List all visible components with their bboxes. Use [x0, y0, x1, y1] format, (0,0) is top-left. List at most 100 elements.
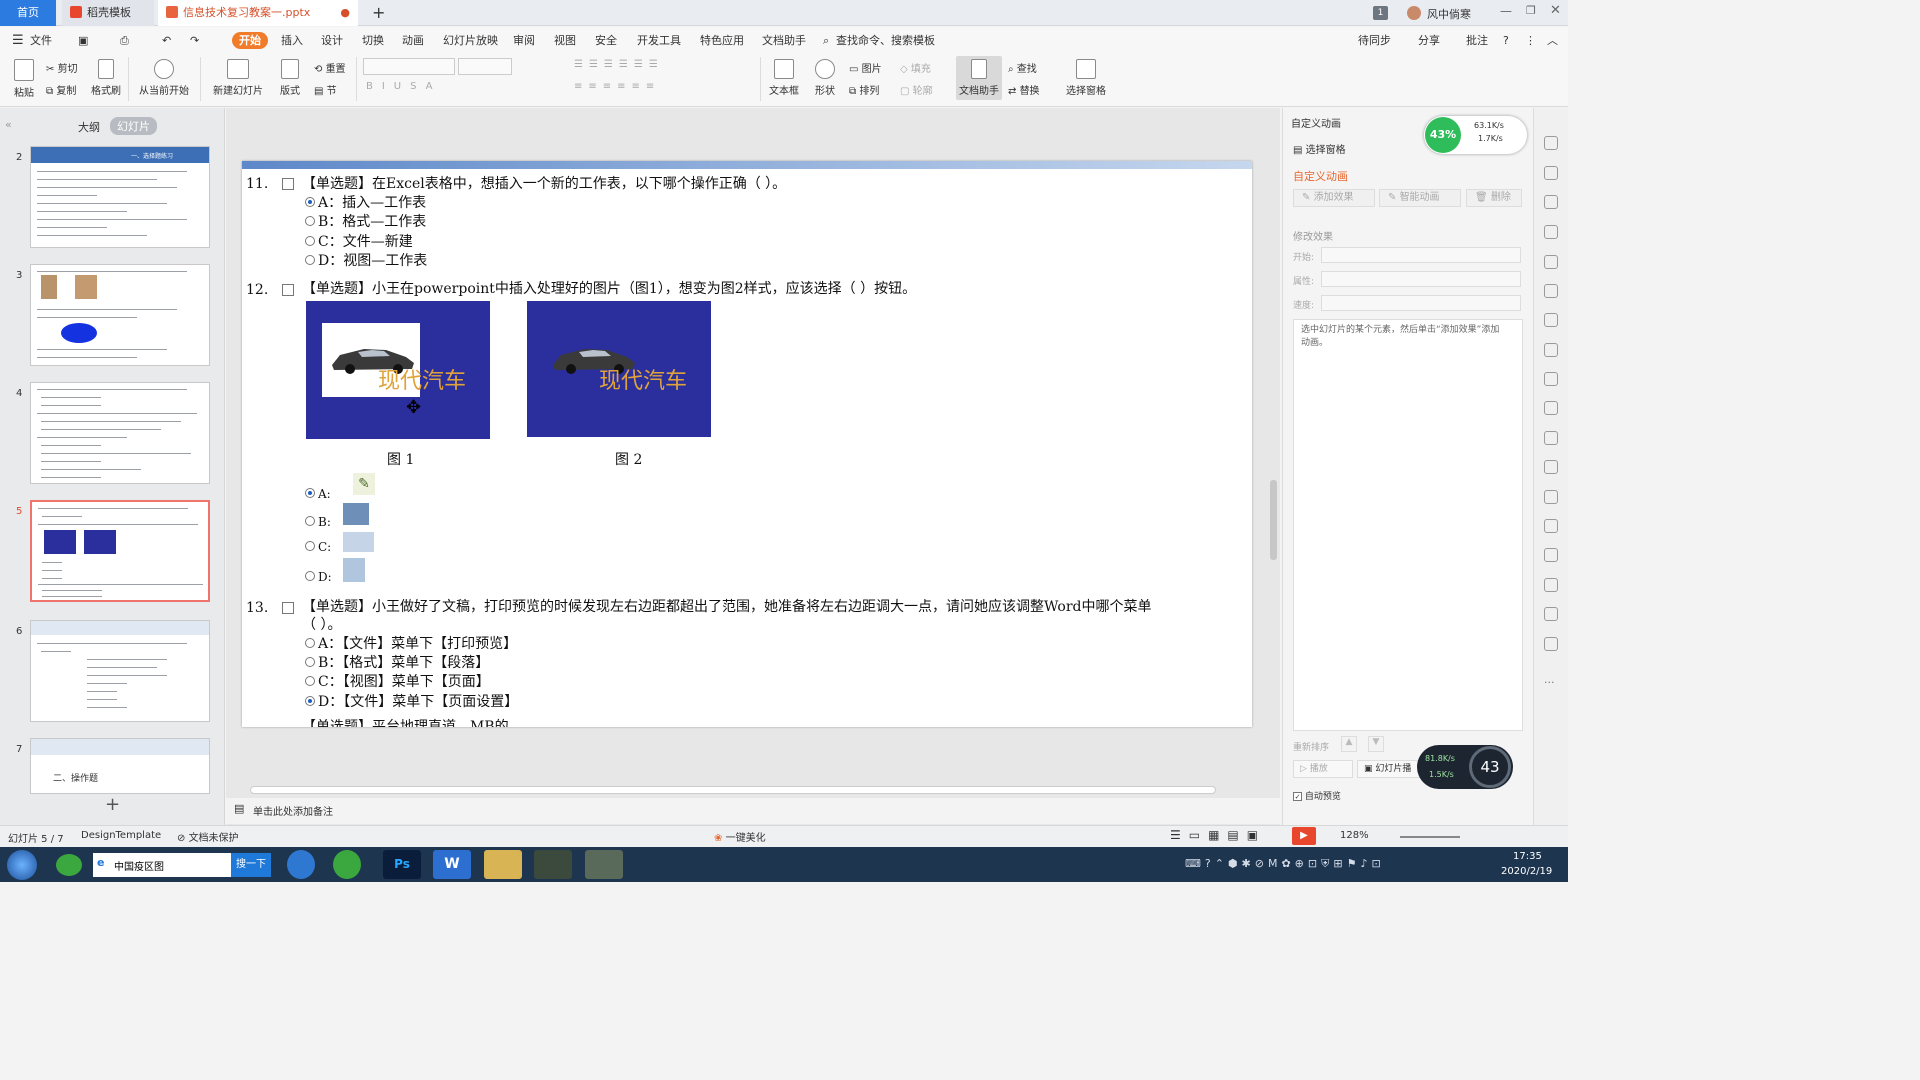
menu-review[interactable]: 审阅	[513, 32, 535, 49]
figure-2-image[interactable]: 现代汽车	[527, 301, 711, 437]
menu-developer[interactable]: 开发工具	[637, 32, 681, 49]
outline-button[interactable]: ▢ 轮廓	[900, 82, 933, 97]
network-monitor-widget-2[interactable]: 81.8K/s 1.5K/s 43	[1417, 745, 1513, 789]
move-down-icon[interactable]: ▼	[1368, 736, 1384, 752]
tab-document[interactable]: 信息技术复习教案一.pptx ●	[158, 0, 358, 26]
sync-button[interactable]: 待同步	[1358, 32, 1391, 49]
grid-icon[interactable]	[1544, 284, 1558, 298]
undo-icon[interactable]: ↶	[162, 32, 171, 49]
slide-thumbnail-5-selected[interactable]	[30, 500, 210, 602]
option-11-c[interactable]: C：文件—新建	[305, 231, 413, 251]
delete-effect-button[interactable]: 🗑 删除	[1466, 189, 1522, 207]
option-13-a[interactable]: A：【文件】菜单下【打印预览】	[305, 633, 517, 653]
menu-transition[interactable]: 切换	[362, 32, 384, 49]
collapse-panel-icon[interactable]: «	[5, 118, 12, 131]
help-icon[interactable]: ?	[1503, 32, 1509, 49]
option-13-c[interactable]: C：【视图】菜单下【页面】	[305, 671, 490, 691]
start-button-icon[interactable]	[7, 850, 37, 880]
collapse-ribbon-icon[interactable]: ︿	[1547, 32, 1558, 49]
fill-icon[interactable]	[1544, 225, 1558, 239]
doc-helper-button[interactable]: 文档助手	[956, 56, 1002, 100]
beautify-button[interactable]: ❀ 一键美化	[714, 829, 766, 844]
find-button[interactable]: ⌕ 查找	[1008, 60, 1037, 75]
minimize-icon[interactable]: —	[1500, 4, 1512, 18]
slides-tab[interactable]: 幻灯片	[110, 117, 157, 135]
select-pane-link[interactable]: ▤ 选择窗格	[1293, 141, 1346, 156]
paragraph-buttons[interactable]: ☰☰☰☰☰☰	[574, 59, 664, 70]
zoom-level[interactable]: 128%	[1340, 830, 1369, 841]
sogou-icon[interactable]	[287, 850, 315, 879]
redo-icon[interactable]: ↷	[190, 32, 199, 49]
figure-1-image[interactable]: 现代汽车	[306, 301, 490, 439]
menu-animation[interactable]: 动画	[402, 32, 424, 49]
menu-security[interactable]: 安全	[595, 32, 617, 49]
command-search[interactable]: 查找命令、搜索模板	[836, 32, 935, 49]
play-button[interactable]: ▷ 播放	[1293, 760, 1353, 778]
green-app-icon[interactable]	[333, 850, 361, 879]
location-icon[interactable]	[1544, 637, 1558, 651]
speed-select[interactable]	[1321, 295, 1521, 311]
menu-view[interactable]: 视图	[554, 32, 576, 49]
zoom-slider[interactable]	[1400, 836, 1460, 838]
option-12-b[interactable]: B:	[305, 515, 331, 529]
table-icon[interactable]	[1544, 255, 1558, 269]
close-window-icon[interactable]: ✕	[1550, 3, 1561, 18]
smart-animation-button[interactable]: ✎ 智能动画	[1379, 189, 1461, 207]
vertical-scrollbar[interactable]	[1270, 480, 1277, 560]
image-icon[interactable]	[1544, 460, 1558, 474]
settings-icon[interactable]	[1544, 343, 1558, 357]
format-painter-button[interactable]: 格式刷	[90, 59, 122, 97]
animation-pane-icon[interactable]	[1544, 136, 1558, 150]
new-tab-button[interactable]: +	[368, 0, 388, 26]
slide-thumbnail-3[interactable]	[30, 264, 210, 366]
replace-button[interactable]: ⇄ 替换	[1008, 82, 1040, 97]
notes-bar[interactable]: ▤ 单击此处添加备注	[226, 798, 1280, 824]
help-circle-icon[interactable]	[1544, 578, 1558, 592]
search-box[interactable]: e 中国疫区图	[93, 853, 231, 877]
chart-icon[interactable]	[1544, 313, 1558, 327]
option-12-a[interactable]: A:	[305, 487, 331, 501]
clock-date[interactable]: 2020/2/19	[1501, 866, 1552, 877]
comment-button[interactable]: 批注	[1466, 32, 1488, 49]
slide-thumbnail-2[interactable]: 一、选择题练习	[30, 146, 210, 248]
outline-tab[interactable]: 大纲	[78, 119, 100, 135]
photoshop-icon[interactable]: Ps	[383, 850, 421, 879]
close-tab-icon[interactable]: ●	[340, 0, 350, 26]
slide-thumbnail-7[interactable]: 二、操作题	[30, 738, 210, 794]
auto-preview-checkbox[interactable]: ✓ 自动预览	[1293, 789, 1341, 802]
shield-icon[interactable]	[1544, 519, 1558, 533]
slide-icon[interactable]	[1544, 166, 1558, 180]
align-buttons[interactable]: ≡≡≡≡≡≡	[574, 81, 660, 92]
hint-icon[interactable]	[1544, 607, 1558, 621]
question-checkbox[interactable]	[282, 602, 294, 614]
option-12-c[interactable]: C:	[305, 540, 331, 554]
share-icon[interactable]	[1544, 401, 1558, 415]
view-buttons[interactable]: ☰▭▦▤▣	[1170, 828, 1266, 842]
reset-button[interactable]: ⟲ 重置	[314, 60, 346, 75]
save-icon[interactable]: ▣	[78, 32, 88, 49]
file-explorer-icon[interactable]	[484, 850, 522, 879]
font-style-buttons[interactable]: BIUSA	[366, 81, 442, 92]
system-tray[interactable]: ⌨?⌃⬢✱⊘M✿⊕⊡⛨⊞⚑♪⊡	[1185, 857, 1385, 871]
menu-slideshow[interactable]: 幻灯片放映	[443, 32, 498, 49]
recorder-icon[interactable]	[585, 850, 623, 879]
more-icon[interactable]: ⋮	[1525, 32, 1536, 49]
layout-button[interactable]: 版式	[276, 59, 304, 97]
print-icon[interactable]: ⎙	[120, 32, 129, 49]
option-11-b[interactable]: B：格式—工作表	[305, 211, 426, 231]
option-11-d[interactable]: D：视图—工作表	[305, 250, 427, 270]
menu-file[interactable]: 文件	[30, 32, 52, 49]
more-tools-icon[interactable]: ···	[1544, 676, 1555, 689]
menu-design[interactable]: 设计	[321, 32, 343, 49]
option-12-d[interactable]: D:	[305, 570, 332, 584]
cut-button[interactable]: ✂ 剪切	[46, 60, 78, 75]
tab-template[interactable]: 稻壳模板	[62, 0, 154, 26]
tab-home[interactable]: 首页	[0, 0, 56, 26]
slide-thumbnail-4[interactable]	[30, 382, 210, 484]
fill-button[interactable]: ◇ 填充	[900, 60, 931, 75]
slide-canvas[interactable]: 11. 【单选题】在Excel表格中，想插入一个新的工作表，以下哪个操作正确（ …	[242, 161, 1252, 727]
copy-button[interactable]: ⧉ 复制	[46, 82, 76, 97]
shape-button[interactable]: 形状	[810, 59, 840, 97]
horizontal-scrollbar[interactable]	[250, 786, 1216, 794]
add-slide-button[interactable]: +	[105, 794, 120, 815]
